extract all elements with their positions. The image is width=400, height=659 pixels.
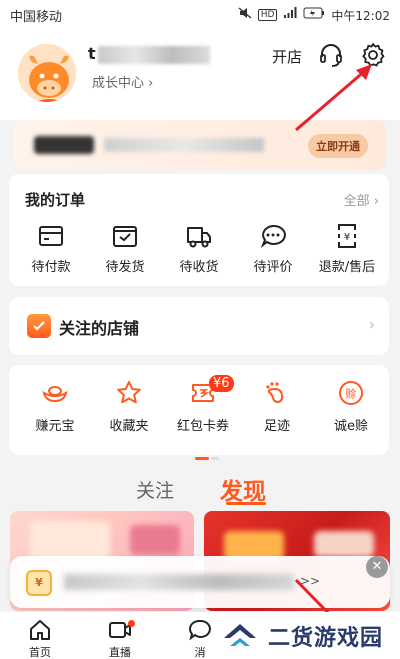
order-pending-review[interactable]: 待评价 (241, 222, 305, 275)
order-item-label: 待评价 (253, 260, 293, 275)
order-item-label: 待收货 (179, 260, 219, 275)
svg-text:¥: ¥ (344, 232, 350, 243)
order-item-label: 待发货 (105, 260, 145, 275)
order-item-label: 待付款 (31, 260, 71, 275)
mute-icon (238, 7, 252, 23)
open-store-button[interactable]: 开店 (272, 46, 302, 67)
my-orders-card: 我的订单 全部 › 待付款 待发货 待收货 待评价 ¥ 退款/售后 (9, 174, 389, 286)
star-icon (117, 381, 141, 404)
battery-icon (303, 7, 325, 23)
vip-blurred-logo (34, 136, 94, 154)
tab-messages-label: 消 (194, 646, 206, 659)
popup-more-link[interactable]: >> (300, 574, 320, 588)
order-item-label: 退款/售后 (318, 260, 376, 275)
tool-footprints[interactable]: 足迹 (245, 379, 309, 434)
vip-banner[interactable]: 立即开通 (14, 120, 386, 170)
followed-stores-card[interactable]: 关注的店铺 › (9, 297, 389, 355)
tool-label: 诚e赊 (334, 419, 368, 434)
feed-image-blurred (30, 521, 110, 561)
popup-close-icon[interactable]: ✕ (366, 556, 388, 578)
carrier-label: 中国移动 (10, 9, 63, 25)
tool-label: 收藏夹 (109, 419, 149, 434)
feed-image-blurred (314, 531, 374, 557)
tab-home[interactable]: 首页 (10, 618, 70, 659)
status-icons: HD 中午12:02 (238, 7, 390, 24)
credit-icon-text: 赊 (346, 388, 357, 401)
tab-active-underline (226, 502, 266, 505)
tool-label: 红包卡券 (176, 419, 229, 434)
wallet-icon (39, 226, 63, 246)
feed-image-blurred (130, 525, 180, 555)
box-icon (113, 226, 137, 247)
chevron-right-icon: › (368, 315, 375, 334)
footprint-icon (266, 382, 284, 404)
order-refund[interactable]: ¥ 退款/售后 (315, 222, 379, 275)
vip-blurred-text (104, 138, 264, 152)
tool-coupons[interactable]: ¥6 红包卡券 (171, 375, 235, 434)
username-initial: t (88, 44, 96, 63)
order-pending-payment[interactable]: 待付款 (19, 222, 83, 275)
notification-popup[interactable]: ¥ >> (10, 556, 390, 608)
growth-center-link[interactable]: 成长中心 › (92, 72, 153, 91)
orders-all-link[interactable]: 全部 › (344, 190, 379, 209)
profile-header: t 成长中心 › 开店 (0, 30, 400, 120)
tools-card: 赚元宝 收藏夹 ¥6 红包卡券 足迹 赊 诚e赊 (9, 365, 389, 460)
tab-home-label: 首页 (29, 646, 51, 659)
tab-live[interactable]: 直播 (90, 618, 150, 659)
store-bag-icon (27, 314, 51, 338)
followed-stores-title: 关注的店铺 (59, 319, 140, 338)
message-icon (189, 619, 211, 641)
carousel-indicator (195, 445, 219, 460)
tab-discover[interactable]: 发现 (220, 472, 266, 506)
chat-icon (260, 224, 286, 248)
username-blurred (98, 46, 210, 64)
order-pending-receipt[interactable]: 待收货 (167, 222, 231, 275)
refund-icon: ¥ (336, 224, 358, 248)
tool-favorites[interactable]: 收藏夹 (97, 379, 161, 434)
tool-label: 足迹 (263, 419, 290, 434)
orders-title: 我的订单 (25, 191, 86, 209)
live-notification-dot (128, 620, 135, 627)
avatar[interactable] (16, 42, 78, 104)
feed-tabs: 关注 发现 (0, 470, 400, 506)
settings-gear-icon[interactable] (360, 42, 386, 68)
hd-icon: HD (257, 9, 278, 21)
tool-credit[interactable]: 赊 诚e赊 (319, 379, 383, 434)
status-bar: 中国移动 HD 中午12:02 (0, 0, 400, 30)
watermark-text: 二货游戏园 (268, 625, 384, 651)
cow-avatar-icon (18, 44, 76, 102)
coupon-badge: ¥6 (209, 375, 234, 392)
watermark-logo (224, 623, 256, 646)
tool-earn-ingots[interactable]: 赚元宝 (23, 379, 87, 434)
vip-open-button[interactable]: 立即开通 (308, 134, 368, 158)
home-icon (30, 620, 50, 640)
tool-label: 赚元宝 (35, 419, 75, 434)
status-time: 中午12:02 (331, 8, 390, 23)
truck-icon (187, 227, 211, 248)
popup-blurred-text (64, 574, 294, 590)
order-pending-shipment[interactable]: 待发货 (93, 222, 157, 275)
watermark: 二货游戏园 (214, 612, 400, 659)
credit-icon: 赊 (339, 381, 363, 405)
signal-icon (283, 7, 297, 23)
customer-service-icon[interactable] (318, 42, 344, 68)
ingot-icon (42, 386, 68, 403)
tab-live-label: 直播 (109, 646, 131, 659)
tab-follow[interactable]: 关注 (136, 476, 174, 503)
coin-icon: ¥ (26, 570, 52, 596)
